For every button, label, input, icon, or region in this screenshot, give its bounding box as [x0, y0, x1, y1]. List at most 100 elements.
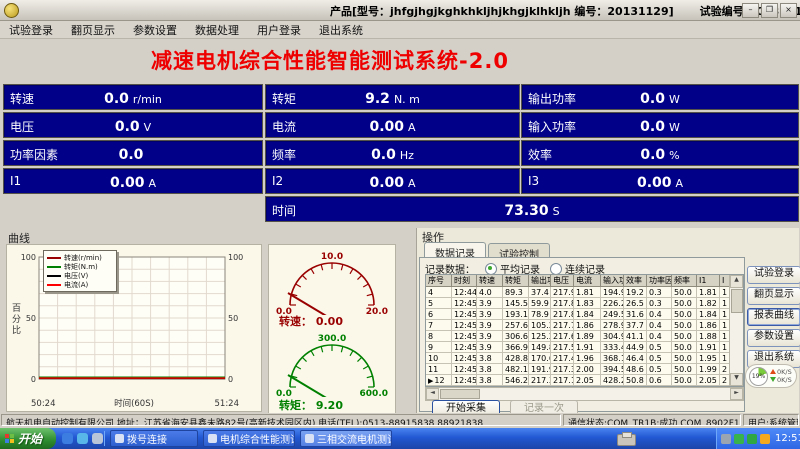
side-button-4[interactable]: 参数设置: [747, 329, 800, 347]
table-cell: 3.9: [477, 331, 503, 342]
menu-item-5[interactable]: 用户登录: [248, 22, 310, 38]
table-cell: 217.7: [551, 320, 574, 331]
horizontal-scrollbar[interactable]: ◄ ►: [425, 387, 744, 401]
close-button[interactable]: ×: [780, 3, 797, 18]
table-cell: 1.88: [697, 331, 720, 342]
gauge-panel: 10.00.020.0 转速： 0.00 300.00.0600.0 转矩： 9…: [268, 244, 396, 414]
table-row[interactable]: 1112:45:3.8482.1191.9217.32.00394.548.60…: [426, 364, 743, 375]
table-cell: 546.2: [503, 375, 529, 386]
table-cell: 6: [426, 309, 452, 320]
table-cell: 37.7: [624, 320, 647, 331]
svg-text:0: 0: [228, 375, 233, 384]
svg-text:600.0: 600.0: [360, 389, 388, 397]
legend-swatch-icon: [47, 284, 61, 286]
download-speed: 0K/S: [777, 376, 792, 384]
table-cell: 0.3: [647, 298, 672, 309]
table-cell: 12:45:: [452, 309, 477, 320]
record-table[interactable]: ▲ ▼ 序号时刻转速转矩输出功电压电流输入功效率功率因频率I1I412:44:4…: [425, 274, 744, 387]
menu-item-2[interactable]: 翻页显示: [62, 22, 124, 38]
menu-item-1[interactable]: 试验登录: [0, 22, 62, 38]
status-comm-state: 通信状态:COM_TR1B:成功 COM_8902F1:成功: [563, 414, 741, 426]
messenger-icon[interactable]: [77, 433, 88, 444]
y-axis-label: 百分比: [10, 303, 22, 336]
table-row[interactable]: 912:45:3.9366.9149.8217.51.91333.444.90.…: [426, 342, 743, 353]
table-cell: 50.0: [672, 320, 697, 331]
status-user: 用户:系统管理: [743, 414, 799, 426]
radio-continuous-record[interactable]: [550, 263, 562, 275]
trend-chart: 100100505000 百分比 转速(r/min)转矩(N.m)电压(V)电流…: [6, 244, 262, 412]
window-title: 产品[型号：jhfgjhgjkghkhkljhjkhgjklhkljh 编号：2…: [330, 3, 800, 19]
antivirus-icon[interactable]: [734, 434, 744, 444]
printer-icon[interactable]: [617, 434, 636, 446]
table-cell: 217.4: [551, 353, 574, 364]
svg-text:100: 100: [228, 253, 243, 262]
table-cell: 50.0: [672, 287, 697, 298]
table-cell: 125.2: [529, 331, 551, 342]
system-tray: 12:51: [716, 428, 800, 449]
taskbar-task-1[interactable]: 拨号连接: [110, 430, 198, 447]
task-app-icon: [305, 434, 314, 443]
restore-button[interactable]: ❐: [761, 3, 778, 18]
table-cell: 4.0: [477, 287, 503, 298]
table-row[interactable]: 812:45:3.9306.6125.2217.61.89304.941.10.…: [426, 331, 743, 342]
network-icon[interactable]: [721, 434, 731, 444]
torque-gauge: 300.00.0600.0: [270, 331, 394, 397]
column-header: 电流: [574, 275, 601, 287]
table-cell: 1.86: [574, 320, 601, 331]
table-cell: 12:45:: [452, 375, 477, 386]
horizontal-scroll-thumb[interactable]: [440, 389, 480, 399]
scroll-right-icon[interactable]: ►: [730, 388, 743, 400]
table-row[interactable]: 712:45:3.9257.6105.2217.71.86278.937.70.…: [426, 320, 743, 331]
table-cell: 1.82: [697, 298, 720, 309]
column-header: 频率: [672, 275, 697, 287]
table-cell: 41.1: [624, 331, 647, 342]
status-company-info: 航天机电自动控制有限公司 地址：江苏省海安县鑫未路82号(高新技术园区内) 电话…: [1, 414, 561, 426]
legend-swatch-icon: [47, 266, 61, 268]
table-cell: 1.86: [697, 320, 720, 331]
x-end-tick: 51:24: [215, 399, 240, 409]
table-cell: 1.84: [574, 309, 601, 320]
table-cell: 0.5: [647, 364, 672, 375]
table-row[interactable]: 512:45:3.9145.559.9217.81.83226.226.50.3…: [426, 298, 743, 309]
minimize-button[interactable]: –: [742, 3, 759, 18]
scroll-up-icon[interactable]: ▲: [730, 275, 743, 288]
table-cell: 217.3: [529, 375, 551, 386]
show-desktop-icon[interactable]: [92, 433, 103, 444]
table-row[interactable]: ▶1212:45:3.8546.2217.3217.12.05428.250.8…: [426, 375, 743, 386]
menu-item-4[interactable]: 数据处理: [186, 22, 248, 38]
menu-item-6[interactable]: 退出系统: [310, 22, 372, 38]
side-button-3[interactable]: 报表曲线: [747, 308, 800, 326]
vertical-scroll-thumb[interactable]: [731, 289, 743, 313]
table-cell: 26.5: [624, 298, 647, 309]
taskbar-clock[interactable]: 12:51: [775, 433, 800, 444]
taskbar-task-3[interactable]: 三相交流电机测试...: [300, 430, 392, 447]
shield-icon[interactable]: [747, 434, 757, 444]
ie-icon[interactable]: [62, 433, 73, 444]
network-monitor-widget[interactable]: 19% 0K/S 0K/S: [745, 364, 797, 388]
table-cell: 1.91: [697, 342, 720, 353]
scroll-left-icon[interactable]: ◄: [426, 388, 439, 400]
table-cell: 2.00: [574, 364, 601, 375]
table-row[interactable]: 1012:45:3.8428.8170.6217.41.96368.146.40…: [426, 353, 743, 364]
task-label: 三相交流电机测试...: [317, 431, 392, 446]
speed-gauge: 10.00.020.0: [270, 249, 394, 315]
radio-average-record[interactable]: [485, 263, 497, 275]
table-cell: 19.2: [624, 287, 647, 298]
table-cell: 50.0: [672, 375, 697, 386]
side-button-2[interactable]: 翻页显示: [747, 287, 800, 305]
readout-power-factor: 功率因素0.0: [3, 140, 263, 166]
table-cell: 12:45:: [452, 298, 477, 309]
vertical-scrollbar[interactable]: ▲ ▼: [729, 275, 743, 386]
menu-item-3[interactable]: 参数设置: [124, 22, 186, 38]
scroll-down-icon[interactable]: ▼: [730, 373, 743, 386]
table-cell: 31.6: [624, 309, 647, 320]
start-button[interactable]: 开始: [0, 428, 56, 449]
taskbar-task-2[interactable]: 电机综合性能测试...: [203, 430, 295, 447]
update-icon[interactable]: [760, 434, 770, 444]
table-row[interactable]: 412:44:4.089.337.4217.91.81194.919.20.35…: [426, 287, 743, 298]
side-button-1[interactable]: 试验登录: [747, 266, 800, 284]
table-row[interactable]: 612:45:3.9193.178.9217.81.84249.531.60.4…: [426, 309, 743, 320]
table-cell: 2.05: [574, 375, 601, 386]
table-cell: 1.81: [697, 287, 720, 298]
readout-i3: I30.00A: [521, 168, 799, 194]
